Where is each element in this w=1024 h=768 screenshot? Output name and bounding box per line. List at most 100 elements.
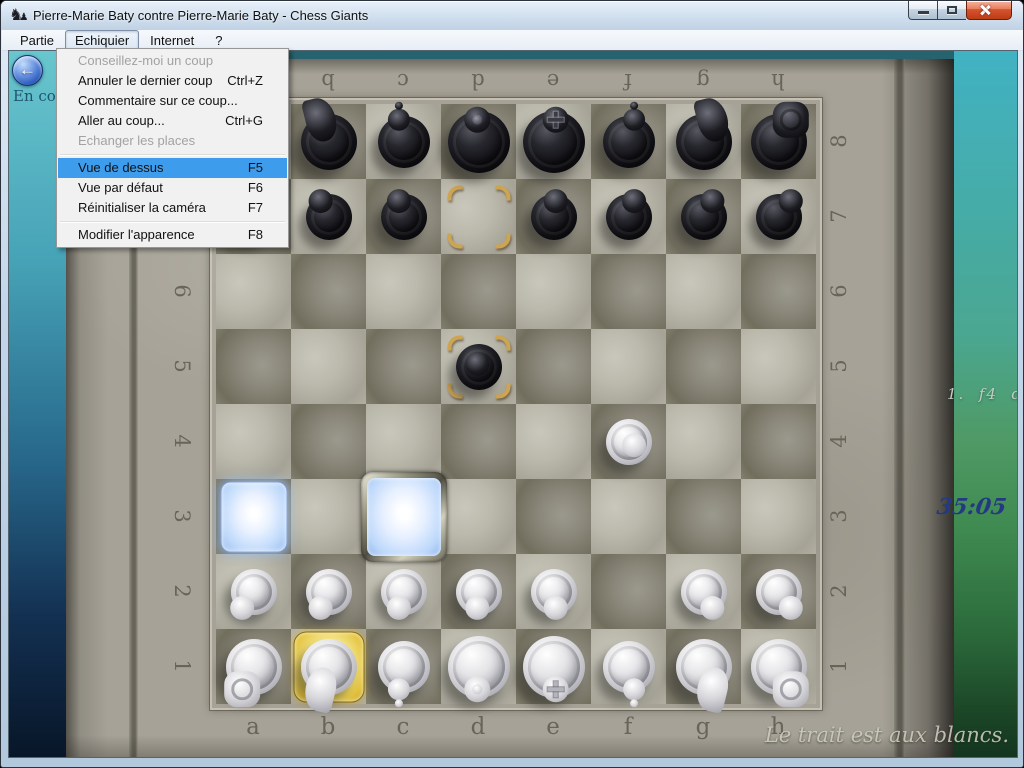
maximize-button[interactable]: [938, 1, 966, 20]
piece-white-knight-b1[interactable]: [301, 639, 357, 695]
pawn-head: [700, 595, 724, 619]
title-bar[interactable]: ♞♟ Pierre-Marie Baty contre Pierre-Marie…: [1, 1, 1023, 30]
marker-corner-br: [495, 233, 510, 248]
square-f2[interactable]: [591, 554, 666, 629]
square-f6[interactable]: [591, 254, 666, 329]
square-h6[interactable]: [741, 254, 816, 329]
menu-item-vue-de-dessus[interactable]: Vue de dessusF5: [58, 158, 287, 178]
piece-white-queen-d1[interactable]: [448, 636, 510, 698]
legal-move-highlight-a3[interactable]: [220, 481, 287, 552]
menu-item-commentaire-sur-ce-coup[interactable]: Commentaire sur ce coup...: [58, 91, 287, 111]
square-h3[interactable]: [741, 479, 816, 554]
square-e5[interactable]: [516, 329, 591, 404]
cursor-frame-c3[interactable]: [361, 472, 447, 562]
piece-black-bishop-c8[interactable]: [378, 116, 430, 168]
square-c5[interactable]: [366, 329, 441, 404]
menu-item-annuler-le-dernier-coup[interactable]: Annuler le dernier coupCtrl+Z: [58, 71, 287, 91]
square-h5[interactable]: [741, 329, 816, 404]
menu-item-modifier-l-apparence[interactable]: Modifier l'apparenceF8: [58, 225, 287, 245]
back-arrow-icon: ←: [13, 60, 42, 80]
square-g3[interactable]: [666, 479, 741, 554]
piece-black-pawn-g7[interactable]: [681, 194, 727, 240]
piece-white-pawn-g2[interactable]: [681, 569, 727, 615]
piece-white-pawn-e2[interactable]: [531, 569, 577, 615]
bishop-head: [623, 108, 645, 130]
menu-item-shortcut: F6: [248, 178, 263, 198]
back-button[interactable]: ←: [12, 55, 43, 86]
menu-item-conseillez-moi-un-coup[interactable]: Conseillez-moi un coup: [58, 51, 287, 71]
square-g4[interactable]: [666, 404, 741, 479]
square-b3[interactable]: [291, 479, 366, 554]
square-g5[interactable]: [666, 329, 741, 404]
menu-item-label: Annuler le dernier coup: [78, 71, 212, 91]
rook-head: [772, 671, 808, 707]
piece-white-bishop-f1[interactable]: [603, 641, 655, 693]
piece-white-pawn-h2[interactable]: [756, 569, 802, 615]
piece-white-knight-g1[interactable]: [676, 639, 732, 695]
square-h4[interactable]: [741, 404, 816, 479]
piece-black-pawn-b7[interactable]: [306, 194, 352, 240]
piece-black-king-e8[interactable]: [523, 111, 585, 173]
echiquier-menu-dropdown: Conseillez-moi un coupAnnuler le dernier…: [56, 48, 289, 248]
rank-label-right-3: 3: [827, 504, 851, 528]
pawn-head: [386, 189, 410, 213]
marker-corner-tl: [447, 185, 462, 200]
piece-black-rook-h8[interactable]: [751, 114, 807, 170]
last-move-from-marker-d7[interactable]: [447, 185, 510, 248]
square-a5[interactable]: [216, 329, 291, 404]
menu-item-vue-par-d-faut[interactable]: Vue par défautF6: [58, 178, 287, 198]
menu-item-shortcut: F8: [248, 225, 263, 245]
piece-white-king-e1[interactable]: [523, 636, 585, 698]
minimize-button[interactable]: [908, 1, 938, 20]
pawn-head: [543, 189, 567, 213]
menu-item-aller-au-coup[interactable]: Aller au coup...Ctrl+G: [58, 111, 287, 131]
square-e4[interactable]: [516, 404, 591, 479]
piece-black-pawn-c7[interactable]: [381, 194, 427, 240]
menu-item-echanger-les-places[interactable]: Echanger les places: [58, 131, 287, 151]
piece-black-pawn-e7[interactable]: [531, 194, 577, 240]
square-a4[interactable]: [216, 404, 291, 479]
square-d6[interactable]: [441, 254, 516, 329]
square-e3[interactable]: [516, 479, 591, 554]
square-e6[interactable]: [516, 254, 591, 329]
square-d3[interactable]: [441, 479, 516, 554]
pawn-head: [543, 595, 567, 619]
piece-black-knight-b8[interactable]: [301, 114, 357, 170]
piece-white-rook-h1[interactable]: [751, 639, 807, 695]
square-f3[interactable]: [591, 479, 666, 554]
close-button[interactable]: [966, 1, 1012, 20]
piece-white-pawn-f4[interactable]: [606, 419, 652, 465]
rank-label-left-1: 1: [170, 654, 194, 678]
piece-black-knight-g8[interactable]: [676, 114, 732, 170]
piece-black-queen-d8[interactable]: [448, 111, 510, 173]
menu-item-r-initialiser-la-cam-ra[interactable]: Réinitialiser la caméraF7: [58, 198, 287, 218]
queen-head: [464, 676, 490, 702]
piece-black-pawn-h7[interactable]: [756, 194, 802, 240]
menu-separator: [60, 221, 285, 222]
square-b4[interactable]: [291, 404, 366, 479]
piece-white-pawn-c2[interactable]: [381, 569, 427, 615]
piece-black-pawn-f7[interactable]: [606, 194, 652, 240]
file-label-bottom-c: c: [391, 714, 415, 740]
square-g6[interactable]: [666, 254, 741, 329]
square-c6[interactable]: [366, 254, 441, 329]
square-b5[interactable]: [291, 329, 366, 404]
piece-black-bishop-f8[interactable]: [603, 116, 655, 168]
piece-white-pawn-d2[interactable]: [456, 569, 502, 615]
square-a6[interactable]: [216, 254, 291, 329]
square-b6[interactable]: [291, 254, 366, 329]
file-label-bottom-a: a: [241, 714, 265, 740]
square-d4[interactable]: [441, 404, 516, 479]
piece-white-pawn-b2[interactable]: [306, 569, 352, 615]
file-label-top-c: c: [391, 69, 415, 93]
square-f5[interactable]: [591, 329, 666, 404]
rank-label-right-7: 7: [827, 204, 851, 228]
piece-white-bishop-c1[interactable]: [378, 641, 430, 693]
file-label-top-g: g: [691, 69, 715, 93]
file-label-bottom-d: d: [466, 714, 490, 740]
turn-status-text: Le trait est aux blancs.: [765, 723, 1009, 747]
piece-black-pawn-d5[interactable]: [456, 344, 502, 390]
piece-white-pawn-a2[interactable]: [231, 569, 277, 615]
square-c4[interactable]: [366, 404, 441, 479]
piece-white-rook-a1[interactable]: [226, 639, 282, 695]
